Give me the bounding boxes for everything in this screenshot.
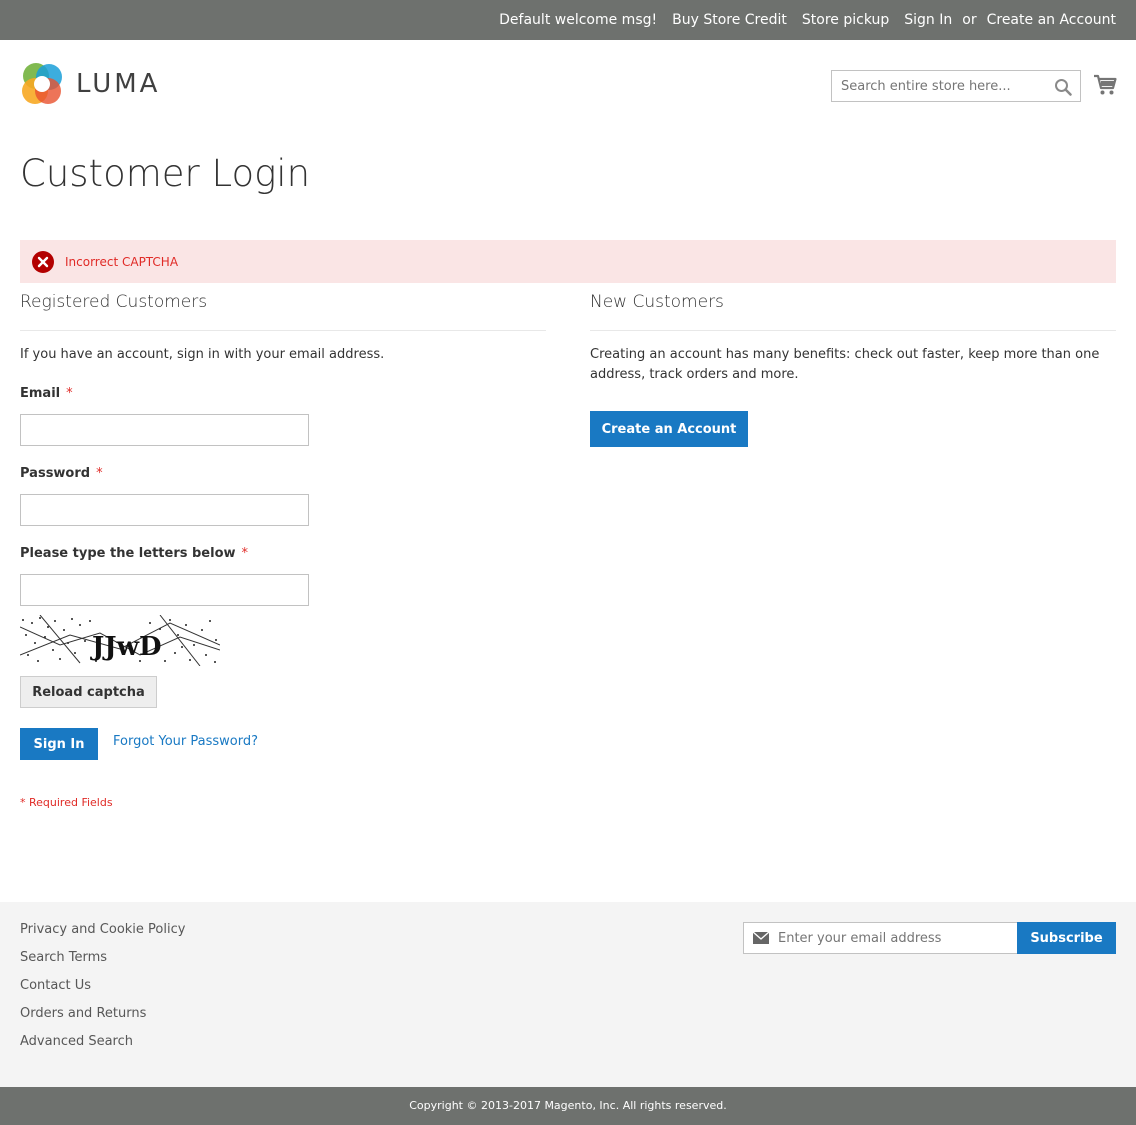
footer: Privacy and Cookie Policy Search Terms C… (0, 902, 1136, 1087)
registered-intro: If you have an account, sign in with you… (20, 347, 385, 362)
logo-text: LUMA (76, 69, 161, 99)
page-title: Customer Login (20, 152, 311, 195)
search-icon[interactable] (1054, 78, 1072, 96)
captcha-field[interactable] (20, 574, 309, 606)
registered-customers-title: Registered Customers (20, 292, 546, 331)
newsletter-box (743, 922, 1018, 954)
email-field[interactable] (20, 414, 309, 446)
password-field[interactable] (20, 494, 309, 526)
create-account-anchor[interactable]: Create an Account (987, 12, 1116, 28)
footer-links: Privacy and Cookie Policy Search Terms C… (20, 922, 185, 1062)
reload-captcha-button[interactable]: Reload captcha (20, 676, 157, 708)
captcha-image: JJwD (20, 615, 220, 666)
sign-in-link[interactable]: Sign In (904, 12, 952, 28)
store-pickup-anchor[interactable]: Store pickup (802, 12, 889, 28)
store-pickup-link[interactable]: Store pickup (802, 12, 889, 28)
footer-link-orders-returns[interactable]: Orders and Returns (20, 1006, 185, 1034)
new-customers-title: New Customers (590, 292, 1116, 331)
create-account-button[interactable]: Create an Account (590, 411, 748, 447)
copyright: Copyright © 2013-2017 Magento, Inc. All … (0, 1087, 1136, 1125)
new-customers-intro: Creating an account has many benefits: c… (590, 347, 1100, 382)
welcome-message: Default welcome msg! (499, 12, 658, 28)
footer-link-privacy-anchor[interactable]: Privacy and Cookie Policy (20, 922, 185, 937)
error-message-text: Incorrect CAPTCHA (65, 254, 179, 269)
or-separator: or (962, 12, 977, 28)
email-label: Email * (20, 386, 73, 401)
mail-icon (753, 932, 769, 944)
luma-logo-icon (22, 63, 62, 104)
error-message: Incorrect CAPTCHA (20, 240, 1116, 283)
footer-link-advanced-search[interactable]: Advanced Search (20, 1034, 185, 1062)
captcha-text: JJwD (90, 632, 162, 662)
footer-link-privacy[interactable]: Privacy and Cookie Policy (20, 922, 185, 950)
footer-link-search-terms[interactable]: Search Terms (20, 950, 185, 978)
forgot-password-link[interactable]: Forgot Your Password? (113, 734, 258, 749)
header-links: Default welcome msg! Buy Store Credit St… (484, 0, 1116, 40)
captcha-label: Please type the letters below * (20, 546, 249, 561)
required-fields-note: * Required Fields (20, 796, 113, 809)
create-account-link[interactable]: Create an Account (987, 12, 1116, 28)
footer-link-search-terms-anchor[interactable]: Search Terms (20, 950, 107, 965)
footer-link-contact[interactable]: Contact Us (20, 978, 185, 1006)
sign-in-anchor[interactable]: Sign In (904, 12, 952, 28)
sign-in-button[interactable]: Sign In (20, 728, 98, 760)
logo[interactable]: LUMA (20, 62, 160, 106)
newsletter-email-input[interactable] (778, 923, 1013, 953)
error-icon (32, 250, 54, 273)
footer-link-contact-anchor[interactable]: Contact Us (20, 978, 91, 993)
footer-link-advanced-search-anchor[interactable]: Advanced Search (20, 1034, 133, 1049)
cart-icon[interactable] (1093, 73, 1117, 97)
search-input[interactable] (832, 71, 1042, 101)
search-box (831, 70, 1081, 102)
buy-store-credit-anchor[interactable]: Buy Store Credit (672, 12, 787, 28)
buy-store-credit-link[interactable]: Buy Store Credit (672, 12, 787, 28)
subscribe-button[interactable]: Subscribe (1017, 922, 1116, 954)
password-label: Password * (20, 466, 103, 481)
footer-link-orders-returns-anchor[interactable]: Orders and Returns (20, 1006, 146, 1021)
top-panel: Default welcome msg! Buy Store Credit St… (0, 0, 1136, 40)
